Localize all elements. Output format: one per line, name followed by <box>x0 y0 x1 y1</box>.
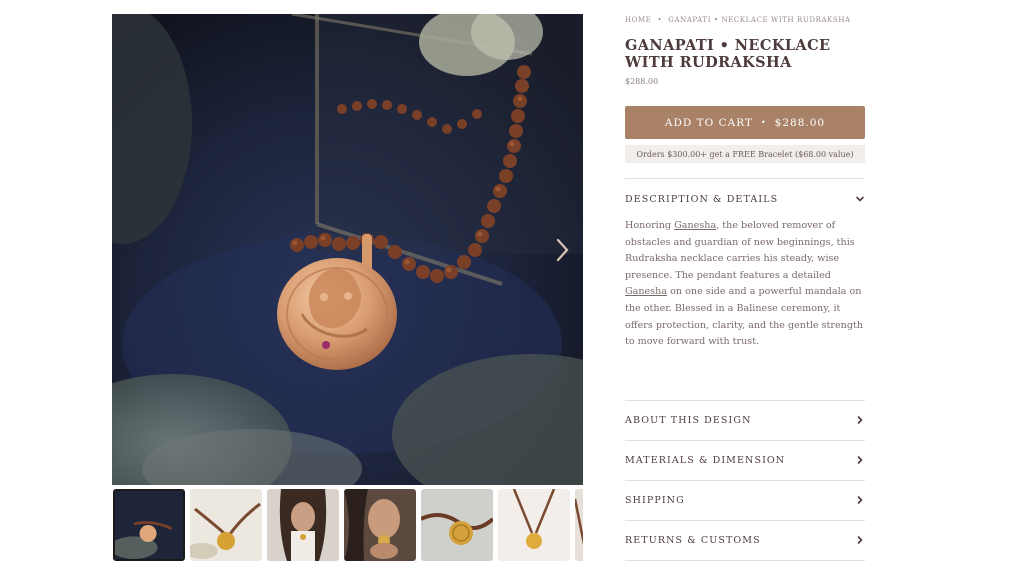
accordion-description-label: DESCRIPTION & DETAILS <box>625 193 779 205</box>
accordion-materials-dimension[interactable]: MATERIALS & DIMENSION <box>625 450 865 470</box>
chevron-right-icon <box>556 238 569 262</box>
promo-text: Orders $300.00+ get a FREE Bracelet ($68… <box>636 149 854 159</box>
thumbnail-3[interactable] <box>267 489 339 561</box>
accordion-description-details[interactable]: DESCRIPTION & DETAILS <box>625 189 865 209</box>
accordion-shipping[interactable]: SHIPPING <box>625 490 865 510</box>
thumbnail-5[interactable] <box>421 489 493 561</box>
add-to-cart-button[interactable]: ADD TO CART • $288.00 <box>625 106 865 139</box>
accordion-label: ABOUT THIS DESIGN <box>625 414 752 426</box>
divider <box>625 560 865 561</box>
add-to-cart-separator: • <box>760 118 767 127</box>
chevron-right-icon <box>857 536 863 544</box>
divider <box>625 178 865 179</box>
thumbnail-2[interactable] <box>190 489 262 561</box>
add-to-cart-label: ADD TO CART <box>664 116 753 129</box>
thumbnail-4[interactable] <box>344 489 416 561</box>
ganesha-link-1[interactable]: Ganesha <box>674 220 716 231</box>
product-title: GANAPATI • NECKLACE WITH RUDRAKSHA <box>625 37 831 71</box>
breadcrumb-current: GANAPATI • NECKLACE WITH RUDRAKSHA <box>668 16 851 24</box>
divider <box>625 400 865 401</box>
gallery-next-button[interactable] <box>552 236 574 264</box>
promo-banner: Orders $300.00+ get a FREE Bracelet ($68… <box>625 145 865 163</box>
product-price: $288.00 <box>625 77 659 86</box>
chevron-down-icon <box>856 196 864 202</box>
divider <box>625 440 865 441</box>
breadcrumb: HOME • GANAPATI • NECKLACE WITH RUDRAKSHA <box>625 16 851 24</box>
main-product-image[interactable] <box>112 14 583 485</box>
thumbnail-strip <box>112 489 583 563</box>
breadcrumb-separator: • <box>657 16 663 24</box>
thumbnail-6[interactable] <box>498 489 570 561</box>
chevron-right-icon <box>857 416 863 424</box>
add-to-cart-price: $288.00 <box>774 116 826 129</box>
accordion-label: RETURNS & CUSTOMS <box>625 534 761 546</box>
product-description: Honoring Ganesha, the beloved remover of… <box>625 218 869 351</box>
breadcrumb-home-link[interactable]: HOME <box>625 16 652 24</box>
accordion-about-this-design[interactable]: ABOUT THIS DESIGN <box>625 410 865 430</box>
accordion-returns-customs[interactable]: RETURNS & CUSTOMS <box>625 530 865 550</box>
accordion-label: MATERIALS & DIMENSION <box>625 454 786 466</box>
thumbnail-1[interactable] <box>113 489 185 561</box>
chevron-right-icon <box>857 496 863 504</box>
chevron-right-icon <box>857 456 863 464</box>
ganesha-link-2[interactable]: Ganesha <box>625 286 667 297</box>
description-text-1: Honoring <box>625 220 675 231</box>
divider <box>625 520 865 521</box>
thumbnail-7[interactable] <box>575 489 583 561</box>
accordion-label: SHIPPING <box>625 494 685 506</box>
divider <box>625 480 865 481</box>
